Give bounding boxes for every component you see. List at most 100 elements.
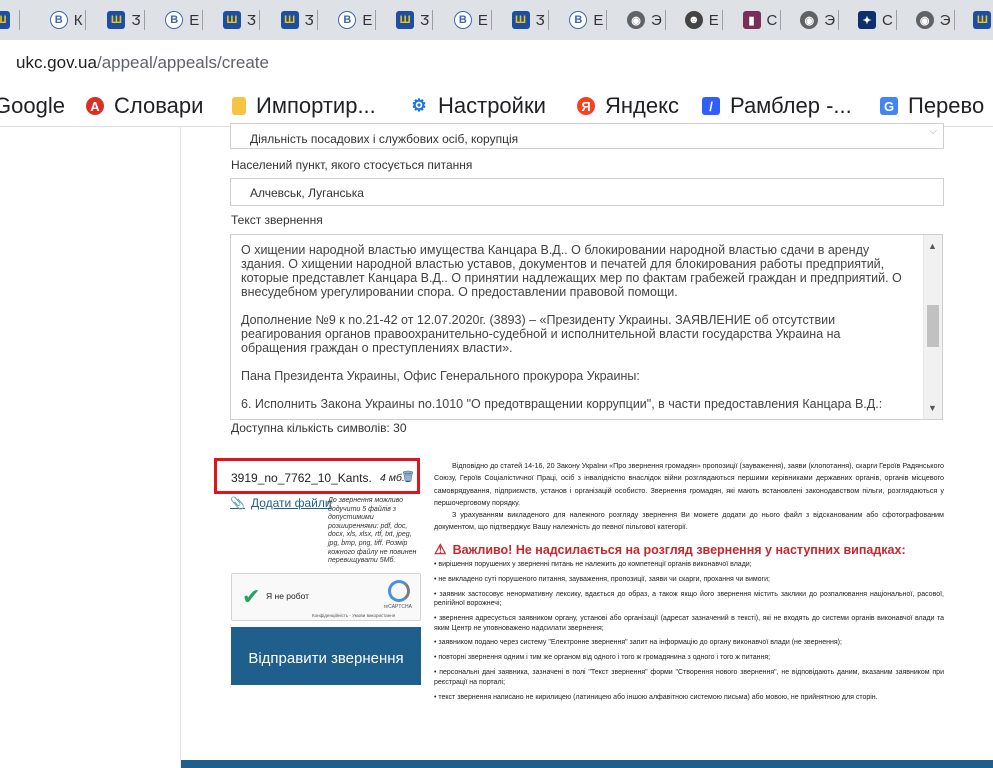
tab-title: С — [766, 11, 778, 29]
url-host: ukc.gov.ua — [16, 53, 97, 72]
tab-title: Е — [593, 11, 604, 29]
browser-tab[interactable]: ВЕ — [338, 0, 377, 40]
captcha-brand: reCAPTCHA — [383, 604, 412, 610]
tab-separator — [721, 10, 723, 30]
tab-title: Ӡ — [131, 11, 141, 29]
warning-heading: ⚠ Важливо! Не надсилається на розгляд зв… — [434, 541, 944, 558]
add-file-link[interactable]: 📎 Додати файли — [230, 496, 332, 510]
browser-tab[interactable]: ВЕ — [569, 0, 608, 40]
browser-tab[interactable]: ВЕ — [165, 0, 204, 40]
shield-icon: В — [165, 11, 184, 29]
tab-title: Э — [939, 11, 951, 29]
rule-item: • повторні звернення одним і тим же орга… — [434, 654, 771, 662]
bookmark-dictionaries[interactable]: A Словари — [86, 92, 203, 120]
address-bar[interactable]: ukc.gov.ua/appeal/appeals/create — [0, 40, 993, 87]
browser-tab[interactable]: ✦ С — [857, 0, 897, 40]
footer-bar — [181, 760, 993, 768]
browser-tab[interactable]: ◉ Э — [627, 0, 666, 40]
scroll-up-arrow-icon[interactable]: ▲ — [928, 241, 937, 251]
tab-title: Ӡ — [535, 11, 545, 29]
browser-tab[interactable]: ▮ С — [742, 0, 782, 40]
appeal-paragraph: 6. Исполнить Закона Украины no.1010 "О п… — [241, 397, 883, 411]
locality-label: Населений пункт, якого стосується питанн… — [231, 158, 473, 172]
tab-title: С — [881, 11, 893, 29]
tab-separator — [547, 10, 549, 30]
tab-separator — [202, 10, 204, 30]
warning-triangle-icon: ⚠ — [434, 541, 447, 557]
category-select[interactable]: Діяльність посадових і службових осіб, к… — [230, 123, 944, 149]
tab-title: Е — [362, 11, 373, 29]
tab-separator — [375, 10, 377, 30]
tab-separator — [664, 10, 666, 30]
file-name: 3919_no_7762_10_Kants... — [231, 471, 371, 485]
add-file-label: Додати файли — [250, 496, 332, 510]
browser-tab[interactable]: ШӠ — [222, 0, 260, 40]
rambler-icon: / — [702, 97, 720, 115]
rule-item: • вирішення порушених у зверненні питань… — [434, 561, 752, 568]
browser-tab[interactable]: ШӠ — [511, 0, 549, 40]
textarea-scrollbar[interactable]: ▲ ▼ — [923, 235, 942, 419]
book-icon: ▮ — [742, 11, 761, 29]
bookmark-yandex[interactable]: Я Яндекс — [577, 92, 679, 120]
recaptcha[interactable]: ✔ Я не робот reCAPTCHA Конфіденційність … — [231, 573, 421, 621]
tab-separator — [143, 10, 145, 30]
browser-tab[interactable]: ШӠ — [280, 0, 318, 40]
bookmark-rambler[interactable]: / Рамблер -... — [702, 92, 852, 120]
scroll-down-arrow-icon[interactable]: ▼ — [928, 403, 937, 413]
rule-item: • звернення адресується заявником органу… — [434, 615, 944, 632]
bookmark-label: Перево — [908, 93, 985, 118]
shield-icon: В — [569, 11, 588, 29]
bookmark-import[interactable]: Импортир... — [232, 92, 376, 120]
url-field[interactable]: ukc.gov.ua/appeal/appeals/create — [16, 53, 269, 73]
scrollbar-thumb[interactable] — [927, 305, 939, 347]
tab-title: Е — [708, 11, 719, 29]
bookmark-label: Google — [0, 93, 65, 118]
eagle-icon: ✦ — [857, 11, 876, 29]
appeal-textarea[interactable]: О хищении народной властью имущества Кан… — [230, 234, 943, 420]
locality-input[interactable]: Алчевськ, Луганська — [230, 178, 944, 206]
browser-tab[interactable]: ◉ Э — [800, 0, 840, 40]
rule-item: • заявник застосовує ненормативну лексик… — [434, 590, 944, 608]
tab-separator — [490, 10, 492, 30]
appeal-text: О хищении народной властью имущества Кан… — [241, 243, 907, 419]
trash-icon[interactable]: 🗑 — [401, 470, 415, 483]
trident-icon: Ш — [222, 11, 241, 29]
globe-icon: ◉ — [800, 11, 819, 29]
trident-icon: Ш — [0, 11, 10, 29]
browser-tab[interactable]: ШӠ — [107, 0, 145, 40]
tab-title: Э — [824, 11, 836, 29]
bookmark-label: Настройки — [438, 93, 546, 118]
captcha-terms[interactable]: Конфіденційність - Умови використання — [312, 613, 395, 618]
tab-title: Е — [189, 11, 200, 29]
tab-title: Ӡ — [420, 11, 430, 29]
bookmarks-bar: Google A Словари Импортир... ⚙ Настройки Я… — [0, 86, 993, 127]
browser-tab[interactable]: ◉ Э — [915, 0, 955, 40]
folder-icon — [232, 97, 246, 115]
text-label: Текст звернення — [231, 213, 323, 227]
bookmark-label: Яндекс — [605, 93, 679, 118]
browser-tab[interactable]: Ш — [973, 0, 993, 40]
appeal-paragraph: Дополнение №9 к no.21-42 от 12.07.2020г.… — [241, 313, 841, 355]
chevron-down-icon: ⌵ — [929, 126, 937, 137]
tab-title: К — [73, 11, 83, 29]
tab-title: Ӡ — [304, 11, 314, 29]
browser-tab[interactable]: ВЕ — [453, 0, 492, 40]
browser-tab[interactable]: ☻ Е — [684, 0, 723, 40]
browser-tab[interactable]: ШӠ — [396, 0, 434, 40]
rule-item: • заявником подано через систему "Електр… — [434, 639, 842, 647]
checkmark-icon[interactable]: ✔ — [242, 584, 260, 610]
tab-separator — [258, 10, 260, 30]
tab-title: Э — [651, 11, 662, 29]
browser-tab[interactable]: Ш — [0, 0, 20, 40]
tab-title: Ӡ — [246, 11, 256, 29]
browser-tab[interactable]: ВК — [49, 0, 87, 40]
rules-list: • вирішення порушених у зверненні питань… — [434, 560, 944, 707]
attached-file[interactable]: 3919_no_7762_10_Kants... 4 мб. 🗑 — [214, 458, 420, 494]
bookmark-translate[interactable]: G Перево — [880, 92, 984, 120]
left-panel — [0, 127, 181, 768]
bookmark-google[interactable]: Google — [0, 92, 65, 120]
submit-button[interactable]: Відправити звернення — [231, 627, 421, 685]
url-path: /appeal/appeals/create — [96, 53, 269, 72]
locality-value: Алчевськ, Луганська — [250, 186, 364, 200]
bookmark-settings[interactable]: ⚙ Настройки — [410, 92, 546, 120]
